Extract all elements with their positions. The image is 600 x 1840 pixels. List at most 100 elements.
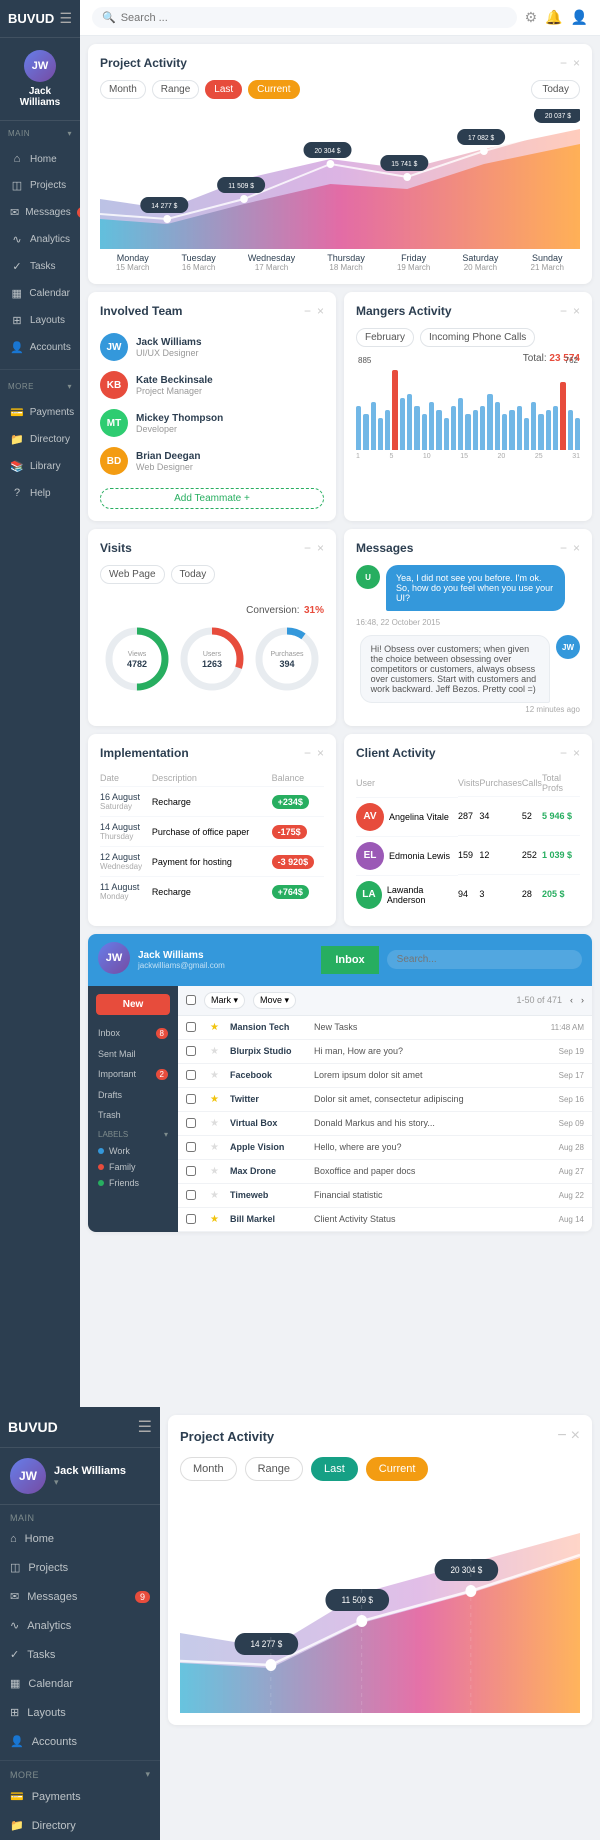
profile-icon[interactable]: 👤 <box>571 9 588 26</box>
email-row-1[interactable]: ★ Mansion Tech New Tasks 11:48 AM <box>178 1016 592 1040</box>
sidebar-item-home[interactable]: ⌂ Home <box>0 146 80 172</box>
star-icon-4[interactable]: ★ <box>210 1094 226 1105</box>
email-row-4[interactable]: ★ Twitter Dolor sit amet, consectetur ad… <box>178 1088 592 1112</box>
star-icon-3[interactable]: ★ <box>210 1070 226 1081</box>
mark-button[interactable]: Mark ▾ <box>204 992 245 1009</box>
month-filter-managers[interactable]: February <box>356 328 414 347</box>
prev-page-icon[interactable]: ‹ <box>570 995 573 1005</box>
mail-folder-important[interactable]: Important 2 <box>88 1064 178 1085</box>
search-bar[interactable]: 🔍 <box>92 7 517 28</box>
range-filter[interactable]: Range <box>152 80 199 99</box>
star-icon-1[interactable]: ★ <box>210 1022 226 1033</box>
hamburger-icon[interactable]: ☰ <box>59 10 72 27</box>
p2-nav-tasks[interactable]: ✓ Tasks <box>0 1640 160 1669</box>
label-friends[interactable]: Friends <box>98 1175 168 1191</box>
p2-range-filter[interactable]: Range <box>245 1457 303 1481</box>
sidebar-item-calendar[interactable]: ▦ Calendar <box>0 280 80 307</box>
email-checkbox-1[interactable] <box>186 1022 196 1032</box>
p2-nav-projects[interactable]: ◫ Projects <box>0 1553 160 1582</box>
visits-close[interactable]: × <box>317 541 324 555</box>
sidebar-item-messages[interactable]: ✉ Messages 9 <box>0 199 80 226</box>
sidebar-item-accounts[interactable]: 👤 Accounts <box>0 334 80 361</box>
star-icon-2[interactable]: ★ <box>210 1046 226 1057</box>
impl-close[interactable]: × <box>317 746 324 760</box>
p2-hamburger[interactable]: ☰ <box>138 1417 152 1437</box>
star-icon-8[interactable]: ★ <box>210 1190 226 1201</box>
minimize-icon[interactable]: − <box>560 56 567 70</box>
new-mail-button[interactable]: New <box>96 994 170 1015</box>
star-icon-5[interactable]: ★ <box>210 1118 226 1129</box>
msgs-minimize[interactable]: − <box>560 541 567 555</box>
month-filter[interactable]: Month <box>100 80 146 99</box>
sidebar-item-help[interactable]: ? Help <box>0 480 80 506</box>
team-minimize[interactable]: − <box>304 304 311 318</box>
mail-folder-sent[interactable]: Sent Mail <box>88 1044 178 1064</box>
sidebar-item-analytics[interactable]: ∿ Analytics <box>0 226 80 253</box>
current-filter[interactable]: Current <box>248 80 299 99</box>
label-family[interactable]: Family <box>98 1159 168 1175</box>
p2-nav-analytics[interactable]: ∿ Analytics <box>0 1611 160 1640</box>
bell-icon[interactable]: 🔔 <box>545 9 562 26</box>
last-filter[interactable]: Last <box>205 80 242 99</box>
p2-nav-accounts[interactable]: 👤 Accounts <box>0 1727 160 1756</box>
sidebar-item-tasks[interactable]: ✓ Tasks <box>0 253 80 280</box>
email-row-2[interactable]: ★ Blurpix Studio Hi man, How are you? Se… <box>178 1040 592 1064</box>
star-icon-9[interactable]: ★ <box>210 1214 226 1225</box>
select-all-checkbox[interactable] <box>186 995 196 1005</box>
mail-folder-trash[interactable]: Trash <box>88 1105 178 1125</box>
p2-nav-directory[interactable]: 📁 Directory <box>0 1811 160 1840</box>
client-minimize[interactable]: − <box>560 746 567 760</box>
p2-close[interactable]: × <box>571 1427 580 1445</box>
label-work[interactable]: Work <box>98 1143 168 1159</box>
email-checkbox-3[interactable] <box>186 1070 196 1080</box>
add-teammate-button[interactable]: Add Teammate + <box>100 488 324 509</box>
email-checkbox-5[interactable] <box>186 1118 196 1128</box>
email-checkbox-2[interactable] <box>186 1046 196 1056</box>
managers-close[interactable]: × <box>573 304 580 318</box>
star-icon-7[interactable]: ★ <box>210 1166 226 1177</box>
search-input[interactable] <box>121 12 507 24</box>
email-checkbox-6[interactable] <box>186 1142 196 1152</box>
email-row-8[interactable]: ★ Timeweb Financial statistic Aug 22 <box>178 1184 592 1208</box>
p2-nav-messages[interactable]: ✉ Messages 9 <box>0 1582 160 1611</box>
sidebar-item-projects[interactable]: ◫ Projects <box>0 172 80 199</box>
p2-nav-calendar[interactable]: ▦ Calendar <box>0 1669 160 1698</box>
close-icon[interactable]: × <box>573 56 580 70</box>
mail-search-input[interactable] <box>387 950 582 969</box>
p2-last-filter[interactable]: Last <box>311 1457 358 1481</box>
sidebar-item-directory[interactable]: 📁 Directory <box>0 426 80 453</box>
mail-folder-inbox[interactable]: Inbox 8 <box>88 1023 178 1044</box>
managers-minimize[interactable]: − <box>560 304 567 318</box>
webpage-filter[interactable]: Web Page <box>100 565 165 584</box>
email-checkbox-4[interactable] <box>186 1094 196 1104</box>
p2-month-filter[interactable]: Month <box>180 1457 237 1481</box>
impl-minimize[interactable]: − <box>304 746 311 760</box>
team-close[interactable]: × <box>317 304 324 318</box>
mail-folder-drafts[interactable]: Drafts <box>88 1085 178 1105</box>
email-row-6[interactable]: ★ Apple Vision Hello, where are you? Aug… <box>178 1136 592 1160</box>
email-row-3[interactable]: ★ Facebook Lorem ipsum dolor sit amet Se… <box>178 1064 592 1088</box>
sidebar-item-library[interactable]: 📚 Library <box>0 453 80 480</box>
star-icon-6[interactable]: ★ <box>210 1142 226 1153</box>
client-close[interactable]: × <box>573 746 580 760</box>
p2-minimize[interactable]: − <box>557 1427 566 1445</box>
email-checkbox-9[interactable] <box>186 1214 196 1224</box>
next-page-icon[interactable]: › <box>581 995 584 1005</box>
msgs-close[interactable]: × <box>573 541 580 555</box>
p2-current-filter[interactable]: Current <box>366 1457 429 1481</box>
email-checkbox-7[interactable] <box>186 1166 196 1176</box>
p2-nav-layouts[interactable]: ⊞ Layouts <box>0 1698 160 1727</box>
visits-minimize[interactable]: − <box>304 541 311 555</box>
calls-filter-managers[interactable]: Incoming Phone Calls <box>420 328 535 347</box>
move-button[interactable]: Move ▾ <box>253 992 296 1009</box>
p2-nav-payments[interactable]: 💳 Payments <box>0 1782 160 1811</box>
email-row-9[interactable]: ★ Bill Markel Client Activity Status Aug… <box>178 1208 592 1232</box>
sidebar-item-layouts[interactable]: ⊞ Layouts <box>0 307 80 334</box>
settings-icon[interactable]: ⚙ <box>525 9 538 26</box>
email-checkbox-8[interactable] <box>186 1190 196 1200</box>
today-filter-visits[interactable]: Today <box>171 565 216 584</box>
today-filter[interactable]: Today <box>531 80 580 99</box>
email-row-5[interactable]: ★ Virtual Box Donald Markus and his stor… <box>178 1112 592 1136</box>
sidebar-item-payments[interactable]: 💳 Payments <box>0 399 80 426</box>
p2-nav-home[interactable]: ⌂ Home <box>0 1525 160 1553</box>
